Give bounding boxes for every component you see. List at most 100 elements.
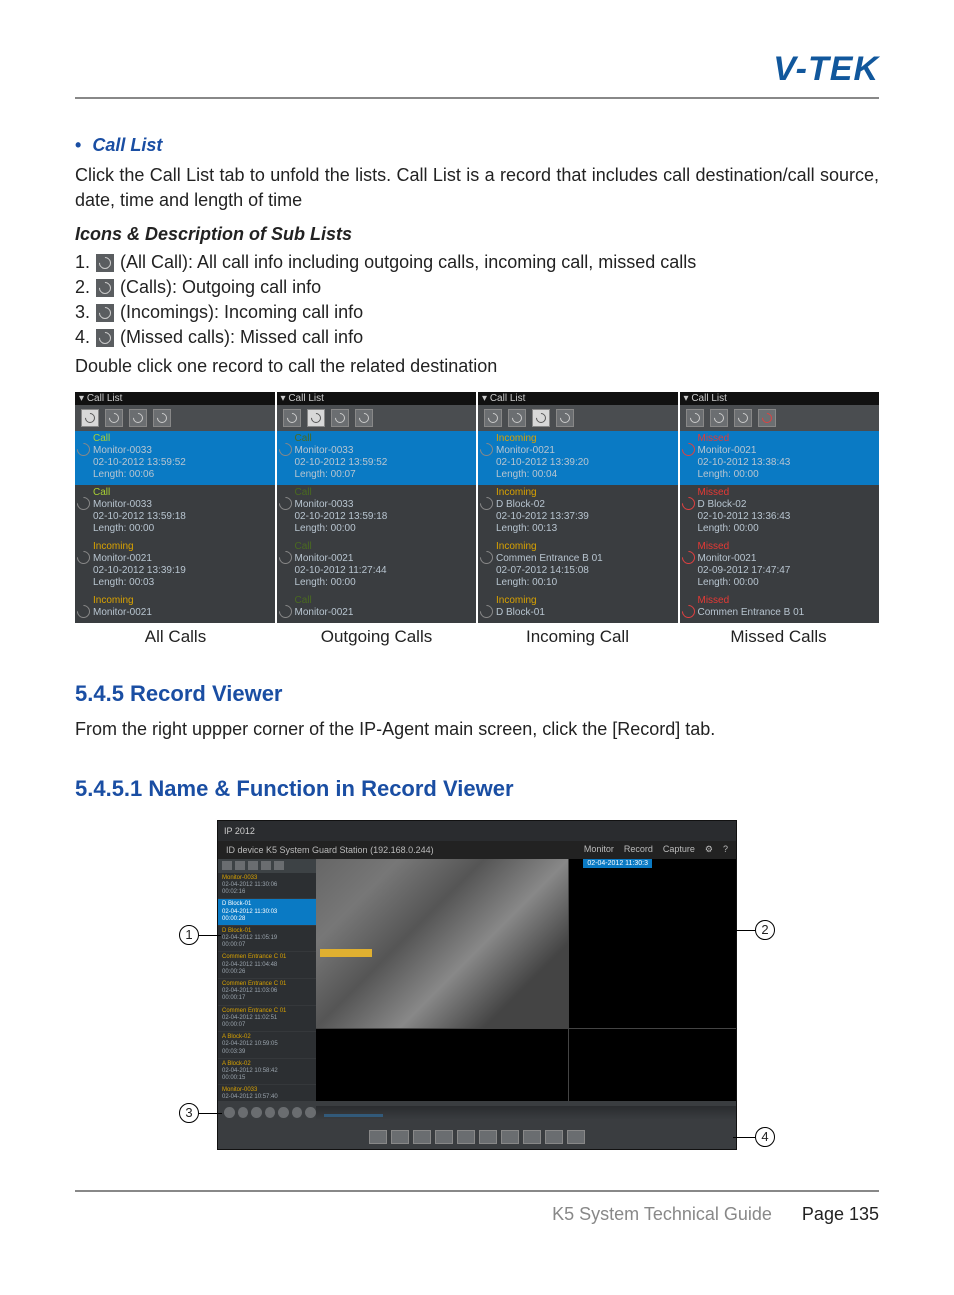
record-list: CallMonitor-003302-10-2012 13:59:52Lengt… <box>277 431 477 623</box>
rv-device-bar: ID device K5 System Guard Station (192.1… <box>218 841 736 859</box>
rv-record-item[interactable]: Commen Entrance C 0102-04-2012 11:04:480… <box>218 952 316 979</box>
callout-4: 4 <box>755 1127 775 1147</box>
call-filter-icon[interactable] <box>710 409 728 427</box>
call-filter-icon[interactable] <box>307 409 325 427</box>
rv-record-item[interactable]: Monitor-003302-04-2012 11:30:0600:02:16 <box>218 873 316 900</box>
snapshot-icon[interactable] <box>479 1130 497 1144</box>
call-record[interactable]: CallMonitor-002102-10-2012 11:27:44Lengt… <box>277 539 477 593</box>
call-list-panel: Call List CallMonitor-003302-10-2012 13:5… <box>75 392 275 623</box>
call-filter-icon[interactable] <box>355 409 373 427</box>
gear-icon[interactable]: ⚙ <box>705 844 713 855</box>
record-list: MissedMonitor-002102-10-2012 13:38:43Len… <box>680 431 880 623</box>
panel-header[interactable]: Call List <box>680 392 880 405</box>
intro-paragraph: Click the Call List tab to unfold the li… <box>75 163 879 212</box>
next-icon[interactable] <box>457 1130 475 1144</box>
rv-video-frame <box>316 859 568 1028</box>
record-list: CallMonitor-003302-10-2012 13:59:52Lengt… <box>75 431 275 623</box>
icon-list-item: 3. (Incomings): Incoming call info <box>75 302 879 323</box>
call-record[interactable]: IncomingMonitor-002102-10-2012 13:39:20L… <box>478 431 678 485</box>
pause-icon[interactable] <box>391 1130 409 1144</box>
call-filter-icon[interactable] <box>484 409 502 427</box>
call-filter-icon[interactable] <box>331 409 349 427</box>
call-filter-icon[interactable] <box>556 409 574 427</box>
callout-3: 3 <box>179 1103 199 1123</box>
record-list: IncomingMonitor-002102-10-2012 13:39:20L… <box>478 431 678 623</box>
phone-icon <box>96 279 114 297</box>
call-filter-icon[interactable] <box>758 409 776 427</box>
rv-record-item[interactable]: D Block-0102-04-2012 11:30:0300:00:28 <box>218 899 316 926</box>
help-icon[interactable]: ? <box>723 844 728 855</box>
call-filter-icon[interactable] <box>129 409 147 427</box>
rv-sidebar: Monitor-003302-04-2012 11:30:0600:02:16D… <box>218 859 316 1101</box>
call-record[interactable]: IncomingD Block-0202-10-2012 13:37:39Len… <box>478 485 678 539</box>
panel-caption: Missed Calls <box>678 627 879 647</box>
call-filter-icon[interactable] <box>283 409 301 427</box>
page-footer: K5 System Technical Guide Page 135 <box>75 1190 879 1255</box>
layout1-icon[interactable] <box>501 1130 519 1144</box>
heading-545: 5.4.5 Record Viewer <box>75 681 879 707</box>
brand-logo: V-TEK <box>75 40 879 97</box>
rv-tab-capture[interactable]: Capture <box>663 844 695 855</box>
call-filter-icon[interactable] <box>81 409 99 427</box>
panel-caption: Outgoing Calls <box>276 627 477 647</box>
rv-tabs: Monitor Record Capture ⚙ ? <box>584 844 728 855</box>
rv-timestamp-overlay: 02-04-2012 11:30:3 <box>583 859 652 868</box>
call-record[interactable]: CallMonitor-003302-10-2012 13:59:52Lengt… <box>75 431 275 485</box>
rv-tab-monitor[interactable]: Monitor <box>584 844 614 855</box>
icon-description-list: 1. (All Call): All call info including o… <box>75 252 879 348</box>
rv-record-item[interactable]: A Block-0202-04-2012 10:58:4200:00:15 <box>218 1059 316 1086</box>
rv-record-item[interactable]: Monitor-003302-04-2012 10:57:4000:00:26 <box>218 1085 316 1101</box>
call-record[interactable]: CallMonitor-003302-10-2012 13:59:18Lengt… <box>277 485 477 539</box>
call-filter-icon[interactable] <box>734 409 752 427</box>
call-record[interactable]: IncomingMonitor-0021 <box>75 593 275 623</box>
call-filter-icon[interactable] <box>686 409 704 427</box>
call-list-panels: Call List CallMonitor-003302-10-2012 13:5… <box>75 392 879 623</box>
call-record[interactable]: MissedCommen Entrance B 01 <box>680 593 880 623</box>
call-record[interactable]: CallMonitor-0021 <box>277 593 477 623</box>
call-record[interactable]: MissedD Block-0202-10-2012 13:36:43Lengt… <box>680 485 880 539</box>
panel-caption: All Calls <box>75 627 276 647</box>
header-rule <box>75 97 879 99</box>
call-record[interactable]: CallMonitor-003302-10-2012 13:59:52Lengt… <box>277 431 477 485</box>
call-record[interactable]: IncomingCommen Entrance B 0102-07-2012 1… <box>478 539 678 593</box>
phone-icon <box>96 304 114 322</box>
call-filter-icon[interactable] <box>153 409 171 427</box>
icon-list-item: 2. (Calls): Outgoing call info <box>75 277 879 298</box>
panel-header[interactable]: Call List <box>75 392 275 405</box>
stop-icon[interactable] <box>413 1130 431 1144</box>
panel-icon-bar <box>277 405 477 431</box>
call-record[interactable]: IncomingD Block-01 <box>478 593 678 623</box>
panel-header[interactable]: Call List <box>277 392 477 405</box>
rv-record-item[interactable]: A Block-0202-04-2012 10:59:0500:03:39 <box>218 1032 316 1059</box>
call-record[interactable]: CallMonitor-003302-10-2012 13:59:18Lengt… <box>75 485 275 539</box>
call-filter-icon[interactable] <box>508 409 526 427</box>
rv-sidebar-toolbar <box>218 859 316 873</box>
heading-5451: 5.4.5.1 Name & Function in Record Viewer <box>75 776 879 802</box>
rv-playback-toolbar <box>218 1125 736 1149</box>
fullscreen-icon[interactable] <box>567 1130 585 1144</box>
record-viewer-figure: IP 2012 ID device K5 System Guard Statio… <box>217 820 737 1150</box>
rv-window-title: IP 2012 <box>218 821 736 841</box>
call-record[interactable]: MissedMonitor-002102-09-2012 17:47:47Len… <box>680 539 880 593</box>
rv-record-item[interactable]: D Block-0102-04-2012 11:05:1900:00:07 <box>218 926 316 953</box>
rv-timeline[interactable] <box>218 1101 736 1125</box>
callout-1: 1 <box>179 925 199 945</box>
play-icon[interactable] <box>369 1130 387 1144</box>
panel-header[interactable]: Call List <box>478 392 678 405</box>
panel-icon-bar <box>75 405 275 431</box>
call-filter-icon[interactable] <box>532 409 550 427</box>
call-record[interactable]: MissedMonitor-002102-10-2012 13:38:43Len… <box>680 431 880 485</box>
layout4-icon[interactable] <box>523 1130 541 1144</box>
layout9-icon[interactable] <box>545 1130 563 1144</box>
rv-record-item[interactable]: Commen Entrance C 0102-04-2012 11:02:510… <box>218 1006 316 1033</box>
rv-record-item[interactable]: Commen Entrance C 0102-04-2012 11:03:060… <box>218 979 316 1006</box>
panel-captions: All CallsOutgoing CallsIncoming CallMiss… <box>75 627 879 647</box>
rv-video-area: 02-04-2012 11:30:3 <box>316 859 736 1101</box>
call-record[interactable]: IncomingMonitor-002102-10-2012 13:39:19L… <box>75 539 275 593</box>
double-click-note: Double click one record to call the rela… <box>75 354 879 378</box>
call-filter-icon[interactable] <box>105 409 123 427</box>
panel-icon-bar <box>680 405 880 431</box>
prev-icon[interactable] <box>435 1130 453 1144</box>
heading-545-body: From the right uppper corner of the IP-A… <box>75 717 879 741</box>
rv-tab-record[interactable]: Record <box>624 844 653 855</box>
